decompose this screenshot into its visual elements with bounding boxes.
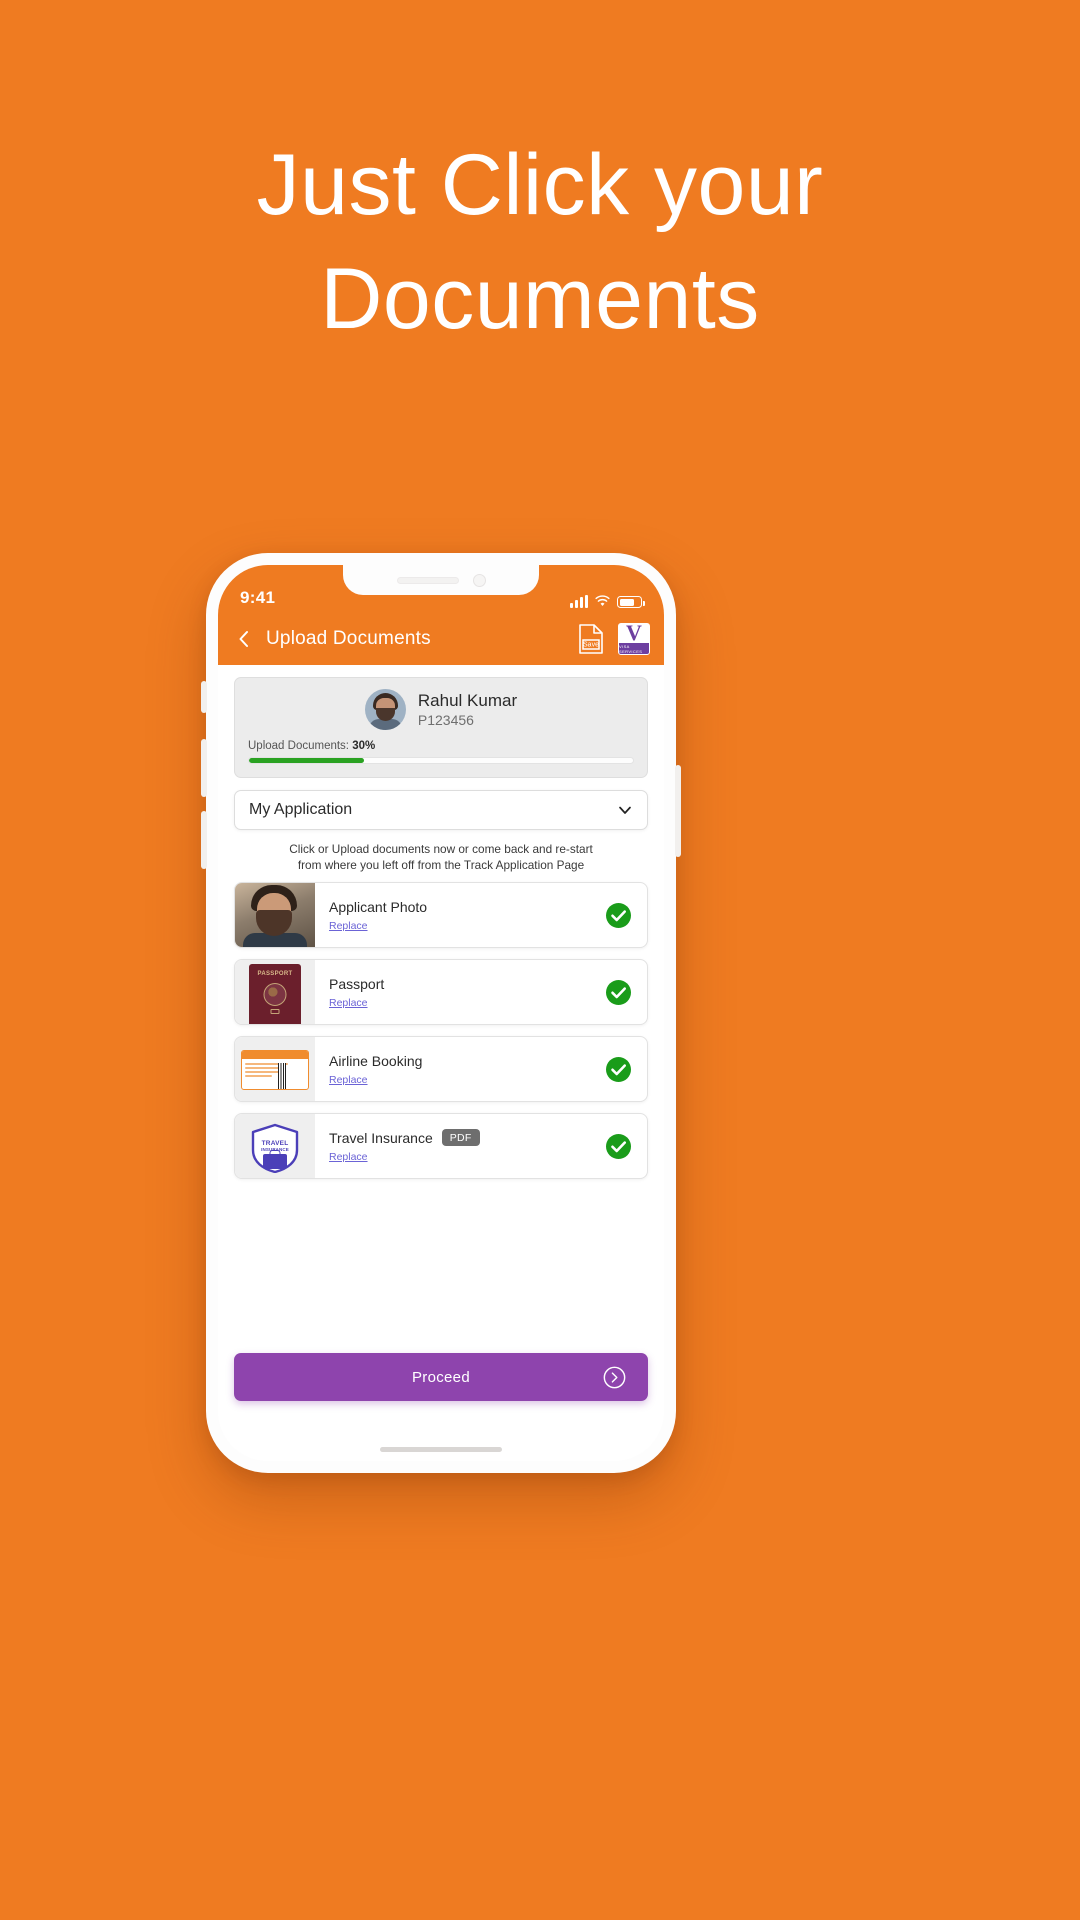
proceed-button-label: Proceed	[412, 1368, 470, 1386]
brand-logo-subtext: VISA SERVICES	[619, 643, 649, 654]
travel-insurance-shield-thumbnail[interactable]: TRAVEL INSURANCE	[235, 1114, 315, 1178]
document-title: Travel Insurance	[329, 1129, 433, 1146]
phone-screen: 9:41 Upload Documents Save V VISA SERVIC…	[218, 565, 664, 1461]
document-title-line: Applicant Photo	[329, 899, 606, 915]
status-bar-time: 9:41	[240, 588, 276, 607]
instructions-text: Click or Upload documents now or come ba…	[234, 842, 648, 873]
instructions-line-1: Click or Upload documents now or come ba…	[289, 842, 593, 856]
cellular-signal-icon	[570, 595, 588, 608]
replace-link[interactable]: Replace	[329, 1151, 606, 1163]
volume-down-button[interactable]	[201, 811, 207, 869]
document-info: Travel Insurance PDF Replace	[315, 1129, 606, 1163]
wifi-icon	[595, 595, 610, 606]
home-indicator	[380, 1447, 502, 1452]
document-title: Airline Booking	[329, 1052, 423, 1069]
document-info: Applicant Photo Replace	[315, 899, 606, 932]
green-check-icon	[606, 1056, 631, 1082]
document-title: Applicant Photo	[329, 898, 428, 915]
application-select[interactable]: My Application	[234, 790, 648, 830]
volume-up-button[interactable]	[201, 739, 207, 797]
progress-label: Upload Documents: 30%	[248, 740, 634, 752]
proceed-button[interactable]: Proceed	[234, 1353, 648, 1401]
app-header: Upload Documents Save V VISA SERVICES	[218, 613, 664, 665]
circle-arrow-right-icon	[603, 1366, 626, 1388]
headline-line-2: Documents	[320, 251, 760, 347]
battery-icon	[617, 596, 645, 608]
pdf-badge: PDF	[441, 1129, 480, 1146]
progress-value: 30%	[352, 740, 376, 752]
document-title-line: Airline Booking	[329, 1053, 606, 1069]
document-info: Passport Replace	[315, 976, 606, 1009]
app-body: Rahul Kumar P123456 Upload Documents: 30…	[218, 665, 664, 1461]
document-title-line: Travel Insurance PDF	[329, 1129, 606, 1146]
power-button[interactable]	[675, 765, 681, 857]
brand-logo-letter: V	[619, 624, 649, 644]
passport-thumbnail-text: PASSPORT	[257, 971, 293, 977]
replace-link[interactable]: Replace	[329, 1074, 606, 1086]
instructions-line-2: from where you left off from the Track A…	[297, 857, 585, 872]
document-row-passport[interactable]: PASSPORT Passport Replace	[234, 959, 648, 1025]
applicant-id: P123456	[417, 712, 474, 728]
silent-switch[interactable]	[201, 681, 207, 713]
document-list: Applicant Photo Replace PASSPORT Passpor…	[234, 882, 648, 1179]
document-title-line: Passport	[329, 976, 606, 992]
document-row-applicant-photo[interactable]: Applicant Photo Replace	[234, 882, 648, 948]
front-camera-icon	[472, 573, 486, 587]
chevron-down-icon	[619, 806, 631, 814]
applicant-photo-thumbnail[interactable]	[235, 883, 315, 947]
progress-bar-fill	[249, 758, 365, 763]
save-document-icon[interactable]: Save	[576, 623, 606, 655]
phone-notch	[343, 565, 539, 595]
document-info: Airline Booking Replace	[315, 1053, 606, 1086]
green-check-icon	[606, 902, 631, 928]
page-headline: Just Click your Documents	[0, 128, 1080, 356]
progress-label-text: Upload Documents:	[248, 740, 349, 752]
profile-names: Rahul Kumar P123456	[418, 691, 517, 728]
applicant-name: Rahul Kumar	[417, 691, 518, 710]
phone-mockup: 9:41 Upload Documents Save V VISA SERVIC…	[201, 553, 681, 1473]
status-bar-icons	[570, 595, 645, 608]
document-row-travel-insurance[interactable]: TRAVEL INSURANCE Travel Insurance PDF Re…	[234, 1113, 648, 1179]
page-title: Upload Documents	[266, 628, 431, 649]
green-check-icon	[606, 1133, 631, 1159]
progress-bar	[248, 757, 634, 764]
avatar	[364, 689, 406, 730]
back-chevron-icon[interactable]	[234, 629, 254, 649]
airline-ticket-thumbnail[interactable]	[235, 1037, 315, 1101]
shield-text-1: TRAVEL	[261, 1140, 289, 1147]
green-check-icon	[606, 979, 631, 1005]
replace-link[interactable]: Replace	[329, 997, 606, 1009]
application-select-value: My Application	[249, 801, 353, 818]
brand-logo[interactable]: V VISA SERVICES	[618, 623, 650, 655]
profile-row: Rahul Kumar P123456	[248, 689, 634, 730]
passport-thumbnail[interactable]: PASSPORT	[235, 960, 315, 1024]
headline-line-1: Just Click your	[256, 137, 824, 233]
speaker-grille-icon	[396, 576, 459, 584]
document-title: Passport	[329, 975, 385, 992]
replace-link[interactable]: Replace	[329, 920, 606, 932]
save-icon-label: Save	[583, 642, 599, 649]
document-row-airline-booking[interactable]: Airline Booking Replace	[234, 1036, 648, 1102]
profile-card: Rahul Kumar P123456 Upload Documents: 30…	[234, 677, 648, 778]
